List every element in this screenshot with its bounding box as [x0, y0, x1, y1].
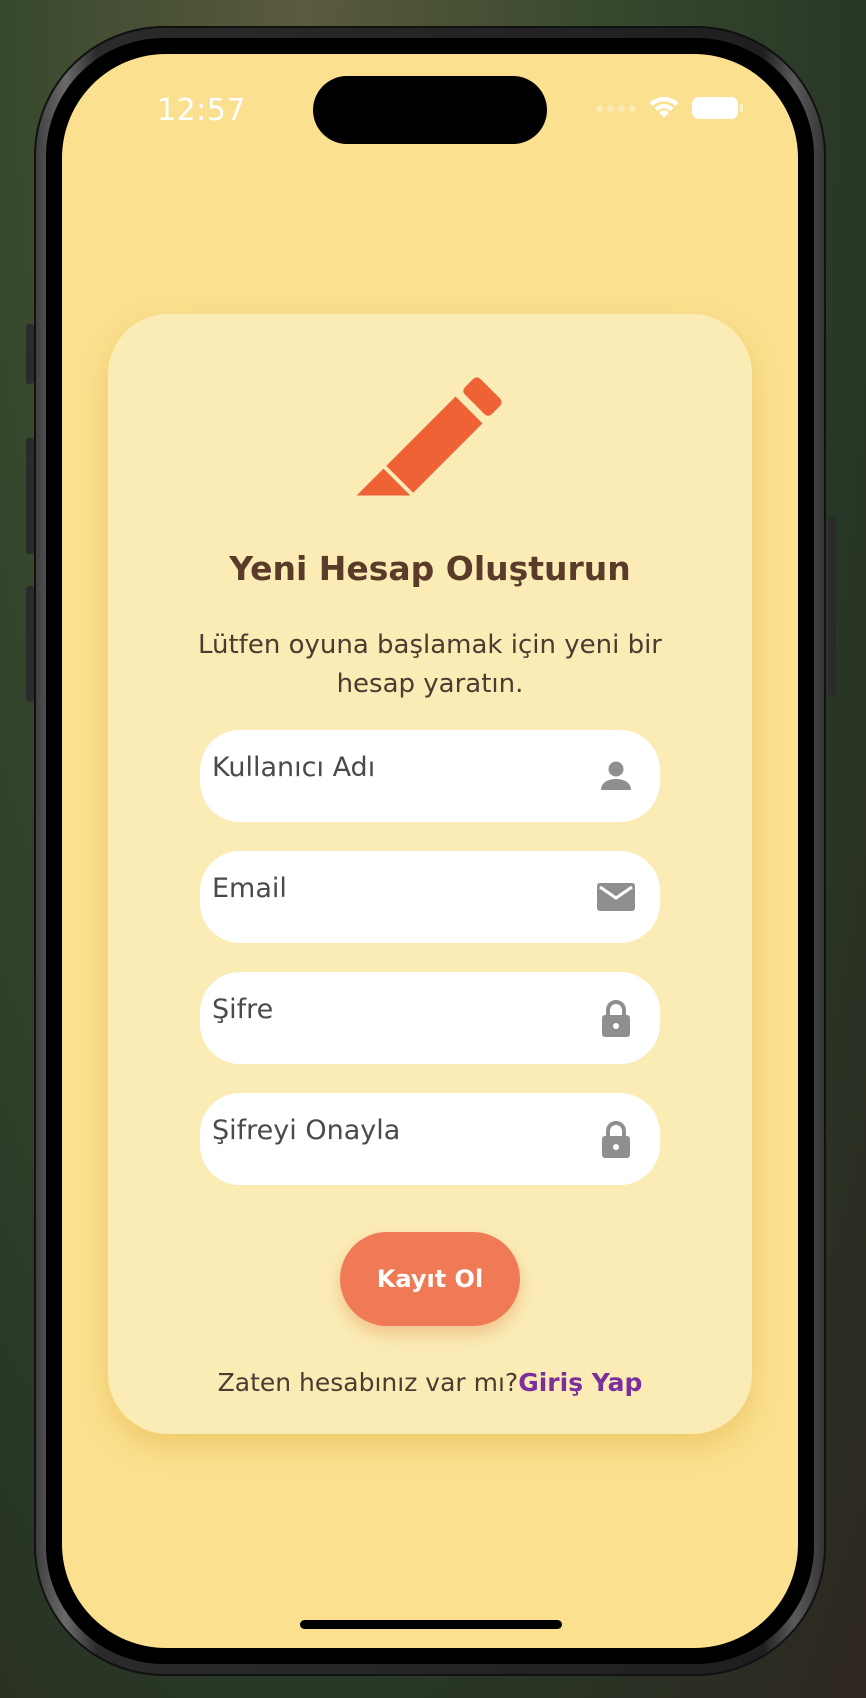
home-indicator[interactable] — [300, 1620, 562, 1629]
password-field[interactable]: Şifre — [200, 972, 660, 1064]
email-placeholder: Email — [212, 873, 287, 904]
confirm-password-placeholder: Şifreyi Onayla — [212, 1115, 401, 1146]
dynamic-island — [313, 76, 547, 144]
lock-icon — [602, 1121, 630, 1158]
username-field[interactable]: Kullanıcı Adı — [200, 730, 660, 822]
lock-icon — [602, 1000, 630, 1037]
mail-icon — [597, 883, 635, 911]
power-button — [828, 516, 836, 696]
signal-icon — [596, 104, 636, 112]
app-screen: 12:57 Yeni Hesap Oluşturun Lütfen oyuna … — [62, 54, 798, 1648]
login-link[interactable]: Giriş Yap — [518, 1368, 642, 1397]
person-icon — [601, 761, 631, 790]
confirm-password-field[interactable]: Şifreyi Onayla — [200, 1093, 660, 1185]
wifi-icon — [649, 96, 679, 118]
status-icons — [596, 96, 743, 120]
page-title: Yeni Hesap Oluşturun — [229, 549, 631, 588]
password-placeholder: Şifre — [212, 994, 274, 1025]
action-button — [26, 324, 34, 384]
email-field[interactable]: Email — [200, 851, 660, 943]
login-prompt-line: Zaten hesabınız var mı?Giriş Yap — [108, 1368, 752, 1397]
page-subtitle: Lütfen oyuna başlamak için yeni bir hesa… — [197, 630, 662, 699]
pencil-icon — [356, 377, 502, 496]
signup-card: Yeni Hesap Oluşturun Lütfen oyuna başlam… — [108, 314, 752, 1434]
volume-up-button — [26, 438, 34, 554]
login-prompt-text: Zaten hesabınız var mı? — [217, 1368, 519, 1397]
username-placeholder: Kullanıcı Adı — [212, 752, 376, 783]
register-button[interactable]: Kayıt Ol — [340, 1232, 520, 1326]
volume-down-button — [26, 586, 34, 702]
battery-icon — [692, 97, 743, 119]
status-time: 12:57 — [157, 93, 246, 128]
